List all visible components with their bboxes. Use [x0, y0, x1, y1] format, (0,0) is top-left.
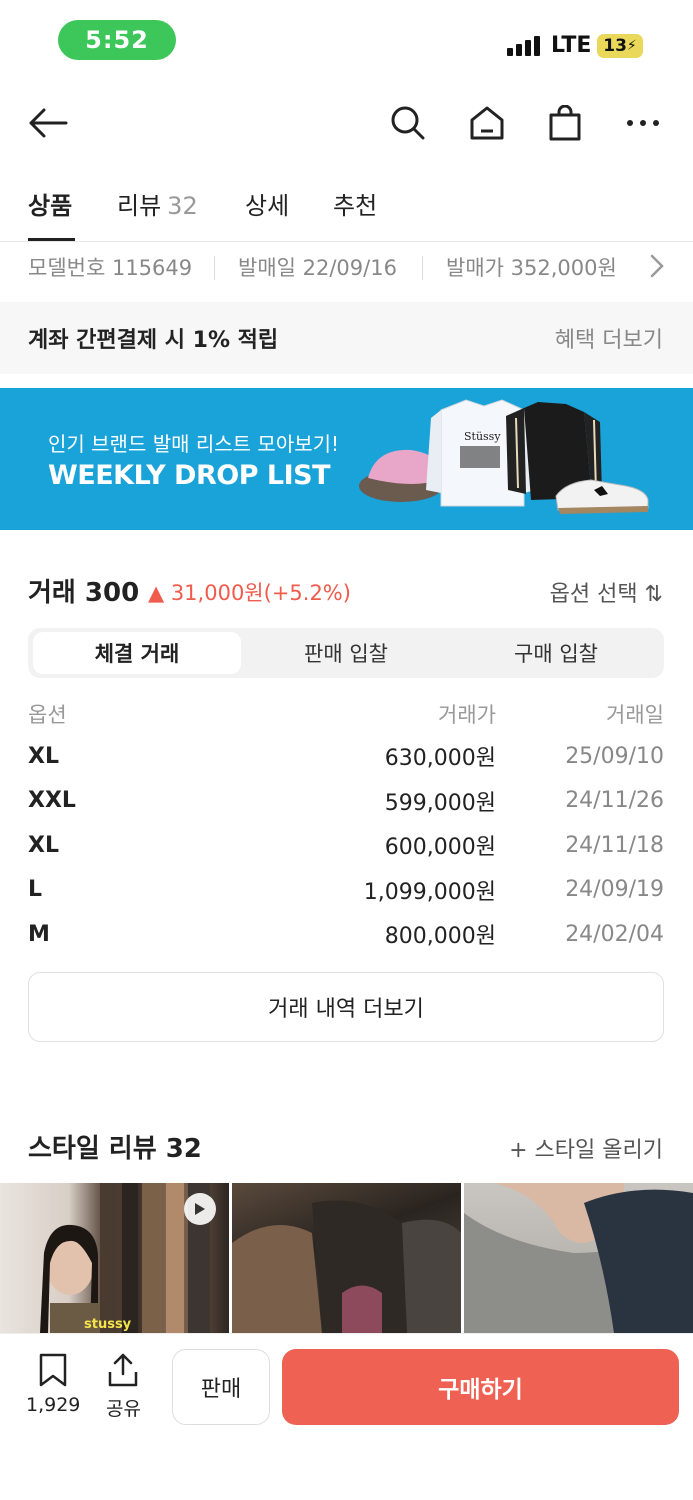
chevron-right-icon	[650, 254, 664, 283]
trade-summary: 거래 300 ▲ 31,000원(+5.2%) 옵션 선택 ⇅	[0, 570, 693, 614]
model-number: 모델번호 115649	[28, 256, 193, 280]
release-price: 발매가 352,000원	[446, 256, 617, 280]
row-price: 1,099,000원	[363, 879, 496, 905]
row-option: XL	[28, 743, 59, 769]
option-select-button[interactable]: 옵션 선택 ⇅	[550, 576, 663, 608]
style-review-title: 스타일 리뷰 32	[28, 1134, 202, 1164]
trade-history-more-button[interactable]: 거래 내역 더보기	[28, 972, 664, 1042]
tab-product[interactable]: 상품	[28, 186, 72, 221]
home-icon[interactable]	[465, 101, 509, 145]
tab-review[interactable]: 리뷰 32	[117, 186, 198, 221]
style-review-header: 스타일 리뷰 32 + 스타일 올리기	[0, 1126, 693, 1166]
tab-label: 추천	[333, 192, 378, 220]
style-photo-strip: stussy	[0, 1183, 693, 1333]
row-option: L	[28, 877, 43, 903]
trade-count: 거래 300	[28, 578, 140, 608]
column-header-date: 거래일	[606, 703, 664, 727]
share-icon	[109, 1353, 138, 1387]
table-row: M 800,000원 24/02/04	[28, 912, 664, 957]
promo-products-image: Stüssy	[359, 399, 649, 514]
row-price: 800,000원	[384, 924, 496, 950]
signal-icon	[507, 36, 540, 56]
bottom-action-bar: 1,929 공유 판매 구매하기	[0, 1333, 693, 1500]
bookmark-button[interactable]: 1,929	[26, 1352, 80, 1416]
row-date: 24/11/26	[565, 788, 664, 814]
buy-button[interactable]: 구매하기	[282, 1349, 679, 1425]
row-date: 25/09/10	[565, 743, 664, 769]
account-benefit-text: 계좌 간편결제 시 1% 적립	[28, 328, 279, 353]
benefit-more-link[interactable]: 혜택 더보기	[555, 322, 663, 354]
style-photo[interactable]: stussy	[0, 1183, 229, 1333]
row-option: XL	[28, 832, 59, 858]
column-header-price: 거래가	[438, 703, 496, 727]
style-photo[interactable]	[232, 1183, 461, 1333]
row-date: 24/02/04	[565, 921, 664, 947]
table-row: XL 600,000원 24/11/18	[28, 823, 664, 868]
shopping-bag-icon[interactable]	[543, 101, 587, 145]
promo-title: WEEKLY DROP LIST	[48, 460, 331, 491]
tab-label: 리뷰	[117, 192, 162, 220]
tab-detail[interactable]: 상세	[245, 186, 289, 221]
photo-caption: stussy	[84, 1317, 132, 1332]
weekly-drop-banner[interactable]: 인기 브랜드 발매 리스트 모아보기! WEEKLY DROP LIST Stü…	[0, 388, 693, 530]
share-label: 공유	[106, 1398, 141, 1420]
trade-type-segment: 체결 거래 판매 입찰 구매 입찰	[28, 628, 664, 678]
segment-sell-bids[interactable]: 판매 입찰	[242, 632, 450, 674]
row-option: XXL	[28, 788, 76, 814]
network-label: LTE	[551, 33, 592, 58]
column-header-option: 옵션	[28, 703, 67, 727]
divider	[422, 256, 423, 280]
trade-history-table: 옵션 거래가 거래일 XL 630,000원 25/09/10 XXL 599,…	[28, 694, 664, 957]
table-header-row: 옵션 거래가 거래일	[28, 694, 664, 734]
table-row: L 1,099,000원 24/09/19	[28, 868, 664, 913]
bookmark-icon	[39, 1353, 67, 1387]
search-icon[interactable]	[386, 101, 430, 145]
bookmark-count: 1,929	[26, 1394, 81, 1416]
row-price: 600,000원	[384, 835, 496, 861]
battery-icon: 13 ⚡	[597, 34, 643, 58]
upload-style-button[interactable]: + 스타일 올리기	[509, 1132, 663, 1164]
promo-subtitle: 인기 브랜드 발매 리스트 모아보기!	[48, 432, 340, 456]
active-tab-indicator	[28, 238, 75, 241]
divider	[214, 256, 215, 280]
top-navbar	[0, 95, 693, 151]
table-row: XXL 599,000원 24/11/26	[28, 779, 664, 824]
row-price: 630,000원	[384, 746, 496, 772]
product-tabs: 상품 리뷰 32 상세 추천	[0, 172, 693, 242]
segment-concluded[interactable]: 체결 거래	[33, 632, 241, 674]
tab-label: 상세	[245, 192, 290, 220]
segment-buy-bids[interactable]: 구매 입찰	[452, 632, 660, 674]
row-price: 599,000원	[384, 790, 496, 816]
status-bar: 5:52 LTE 13 ⚡	[0, 0, 693, 80]
more-icon[interactable]	[621, 101, 665, 145]
tab-label: 상품	[28, 192, 73, 220]
release-date: 발매일 22/09/16	[238, 256, 397, 280]
table-row: XL 630,000원 25/09/10	[28, 734, 664, 779]
row-date: 24/11/18	[565, 832, 664, 858]
account-benefit-banner[interactable]: 계좌 간편결제 시 1% 적립 혜택 더보기	[0, 302, 693, 374]
product-info-row[interactable]: 모델번호 115649 발매일 22/09/16 발매가 352,000원	[0, 244, 693, 296]
row-date: 24/09/19	[565, 877, 664, 903]
tab-count: 32	[167, 192, 198, 220]
play-icon[interactable]	[184, 1193, 216, 1225]
style-photo[interactable]	[464, 1183, 693, 1333]
share-button[interactable]: 공유	[106, 1352, 141, 1421]
shirt-print: Stüssy	[464, 430, 501, 443]
status-time: 5:52	[58, 20, 176, 60]
back-arrow-icon[interactable]	[26, 101, 70, 145]
row-option: M	[28, 921, 50, 947]
tab-recommend[interactable]: 추천	[333, 186, 377, 221]
battery-level: 13	[603, 36, 627, 56]
sell-button[interactable]: 판매	[172, 1349, 270, 1425]
price-change: ▲ 31,000원(+5.2%)	[148, 581, 351, 605]
